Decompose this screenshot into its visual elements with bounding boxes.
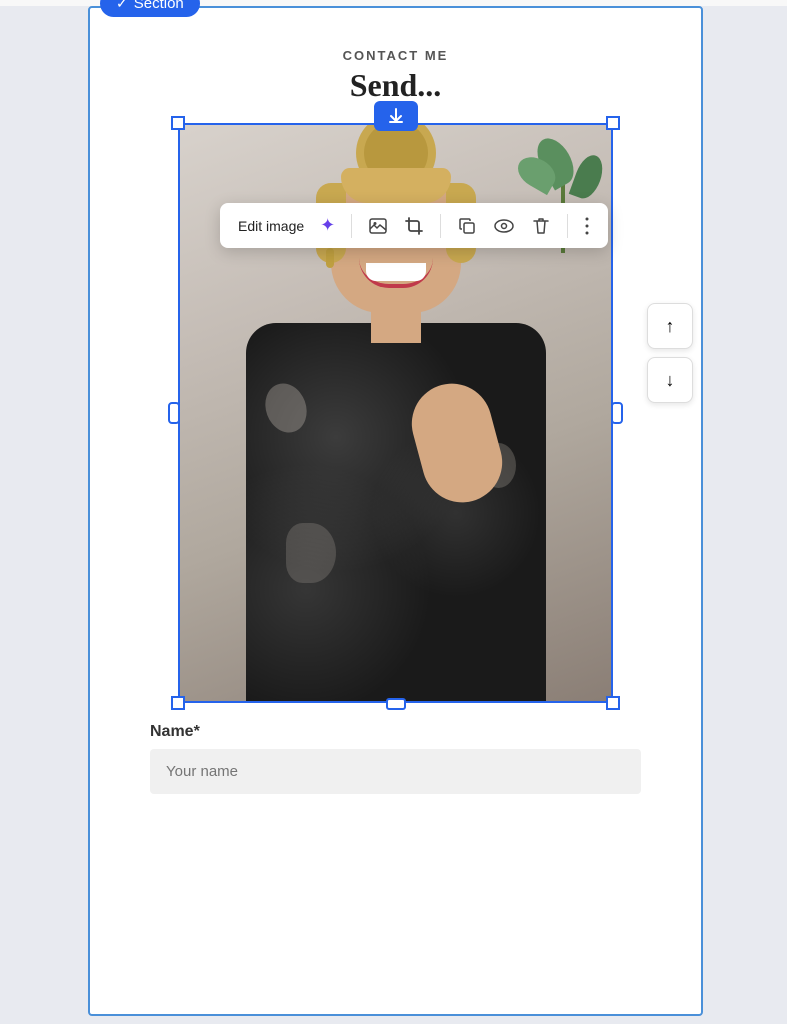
copy-icon [457, 216, 477, 236]
checkmark-icon: ✓ [116, 0, 128, 12]
image-icon-button[interactable] [362, 212, 394, 240]
download-button[interactable] [374, 101, 418, 131]
sparkle-icon: ✦ [320, 215, 335, 236]
down-arrow-icon: ↓ [666, 370, 675, 391]
copy-button[interactable] [451, 212, 483, 240]
more-options-button[interactable] [578, 212, 596, 240]
hair-bangs [341, 168, 451, 203]
handle-bottom-center[interactable] [386, 698, 406, 710]
toolbar-divider-3 [567, 214, 568, 238]
edit-image-button[interactable]: Edit image [232, 214, 310, 238]
handle-bottom-right[interactable] [606, 696, 620, 710]
up-arrow-icon: ↑ [666, 316, 675, 337]
download-icon [387, 107, 405, 125]
section-badge-label: Section [134, 0, 184, 12]
image-toolbar: Edit image ✦ [220, 203, 608, 248]
leaf-2 [569, 151, 608, 202]
visibility-button[interactable] [487, 212, 521, 240]
toolbar-divider-1 [351, 214, 352, 238]
ai-enhance-button[interactable]: ✦ [314, 211, 341, 240]
handle-top-right[interactable] [606, 116, 620, 130]
teeth [366, 263, 426, 281]
trash-icon [531, 216, 551, 236]
delete-button[interactable] [525, 212, 557, 240]
handle-middle-right[interactable] [611, 402, 623, 424]
handle-bottom-left[interactable] [171, 696, 185, 710]
person-jacket [246, 323, 546, 703]
flower-1 [258, 378, 313, 439]
crop-button[interactable] [398, 212, 430, 240]
crop-icon [404, 216, 424, 236]
section-badge[interactable]: ✓ Section [100, 0, 200, 17]
image-icon [368, 216, 388, 236]
jacket-flowers [246, 323, 546, 703]
page-section: ✓ Section CONTACT ME Send... Edit image … [88, 6, 703, 1016]
handle-middle-left[interactable] [168, 402, 180, 424]
flower-3 [286, 523, 336, 583]
form-area: Name* [90, 703, 701, 804]
more-icon [584, 216, 590, 236]
name-label: Name* [150, 723, 641, 741]
move-down-button[interactable]: ↓ [647, 357, 693, 403]
handle-top-left[interactable] [171, 116, 185, 130]
eye-icon [493, 216, 515, 236]
move-up-button[interactable]: ↑ [647, 303, 693, 349]
toolbar-divider-2 [440, 214, 441, 238]
name-input[interactable] [150, 749, 641, 794]
nav-arrows: ↑ ↓ [647, 303, 693, 403]
earring-left [326, 248, 334, 268]
